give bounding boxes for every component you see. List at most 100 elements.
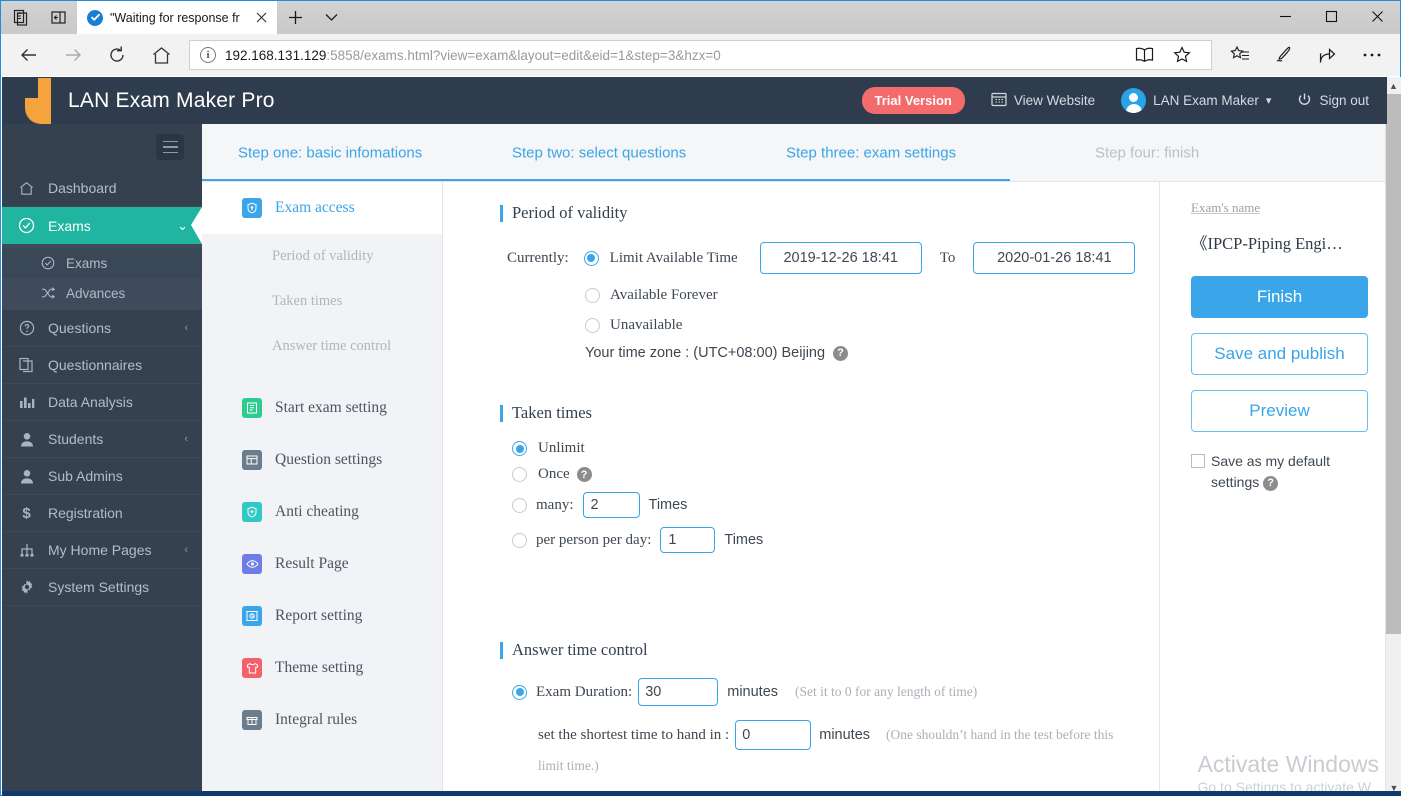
settings-nav-answer-time-control[interactable]: Answer time control	[202, 324, 442, 369]
timezone-row: Your time zone : (UTC+08:00) Beijing ?	[443, 345, 1159, 361]
save-and-publish-button[interactable]: Save and publish	[1191, 333, 1368, 375]
window-minimize-button[interactable]	[1262, 1, 1308, 32]
list-icon	[242, 398, 262, 418]
sidebar-item-exams[interactable]: Exams ⌄	[2, 207, 202, 244]
radio-unlimit[interactable]	[512, 441, 527, 456]
shortest-time-value: 0	[742, 727, 751, 743]
scrollbar-thumb[interactable]	[1386, 94, 1401, 634]
exam-duration-input[interactable]: 30	[638, 678, 719, 706]
settings-nav-start-exam-setting[interactable]: Start exam setting	[202, 382, 442, 434]
settings-nav-report-setting[interactable]: Report setting	[202, 590, 442, 642]
finish-button[interactable]: Finish	[1191, 276, 1368, 318]
preview-button[interactable]: Preview	[1191, 390, 1368, 432]
sitemap-icon	[18, 543, 35, 558]
label-per-person-per-day: per person per day:	[536, 531, 652, 548]
step-tab-three[interactable]: Step three: exam settings	[786, 144, 956, 161]
section-title-period-of-validity: Period of validity	[443, 203, 1159, 223]
sidebar-toggle-hamburger-icon[interactable]	[156, 134, 184, 160]
label-unavailable: Unavailable	[610, 317, 683, 333]
site-info-icon[interactable]: i	[200, 47, 216, 63]
more-options-icon[interactable]	[1350, 36, 1394, 74]
reading-view-icon[interactable]	[1125, 40, 1163, 70]
web-notes-pen-icon[interactable]	[1262, 36, 1306, 74]
settings-nav-period-of-validity[interactable]: Period of validity	[202, 234, 442, 279]
step-tab-four[interactable]: Step four: finish	[1095, 144, 1199, 161]
sidebar-item-questionnaires[interactable]: Questionnaires	[2, 347, 202, 384]
sidebar-subitem-advances[interactable]: Advances	[2, 278, 202, 308]
forward-button[interactable]	[51, 36, 95, 74]
trial-version-badge[interactable]: Trial Version	[861, 87, 965, 114]
scroll-up-arrow-icon[interactable]: ▲	[1386, 77, 1401, 94]
sign-out-link[interactable]: Sign out	[1297, 92, 1369, 110]
label-unlimit: Unlimit	[538, 440, 585, 456]
reload-button[interactable]	[95, 36, 139, 74]
settings-nav-label: Theme setting	[275, 659, 364, 676]
settings-nav-anti-cheating[interactable]: Anti cheating	[202, 486, 442, 538]
set-aside-tabs-icon[interactable]	[39, 1, 77, 34]
sidebar-item-label: Exams	[48, 217, 91, 234]
window-maximize-button[interactable]	[1308, 1, 1354, 32]
per-day-times-input[interactable]: 1	[660, 527, 716, 553]
date-to-input[interactable]: 2020-01-26 18:41	[973, 242, 1136, 274]
radio-per-person-per-day[interactable]	[512, 532, 527, 548]
timezone-help-icon[interactable]: ?	[833, 345, 849, 361]
shortest-time-input[interactable]: 0	[735, 720, 812, 750]
sidebar-item-students[interactable]: Students ‹	[2, 421, 202, 458]
sidebar-item-my-home-pages[interactable]: My Home Pages ‹	[2, 532, 202, 569]
step-tab-two[interactable]: Step two: select questions	[512, 144, 686, 161]
settings-nav-integral-rules[interactable]: Integral rules	[202, 694, 442, 746]
browser-navigation-bar: i 192.168.131.129:5858/exams.html?view=e…	[1, 34, 1400, 76]
exam-duration-row: Exam Duration: 30 minutes (Set it to 0 f…	[443, 678, 1159, 706]
save-default-settings-checkbox[interactable]	[1191, 454, 1205, 468]
sidebar-item-sub-admins[interactable]: Sub Admins	[2, 458, 202, 495]
settings-nav-result-page[interactable]: Result Page	[202, 538, 442, 590]
label-limit-available-time: Limit Available Time	[609, 249, 738, 266]
tab-list-chevron-down-icon[interactable]	[313, 1, 349, 34]
address-bar[interactable]: i 192.168.131.129:5858/exams.html?view=e…	[189, 40, 1212, 70]
save-default-help-icon[interactable]: ?	[1263, 475, 1279, 491]
once-help-icon[interactable]: ?	[576, 467, 592, 482]
page-viewport: LAN Exam Maker Pro Trial Version View We…	[2, 77, 1401, 796]
favorite-star-icon[interactable]	[1163, 40, 1201, 70]
sidebar-item-dashboard[interactable]: Dashboard	[2, 170, 202, 207]
shortest-hint: (One shouldn’t hand in the test before t…	[886, 727, 1114, 742]
tab-preview-icon[interactable]	[1, 1, 39, 34]
sidebar-item-questions[interactable]: Questions ‹	[2, 310, 202, 347]
window-close-button[interactable]	[1354, 1, 1400, 32]
tab-close-icon[interactable]	[251, 8, 271, 28]
page-scrollbar[interactable]: ▲ ▼	[1385, 77, 1401, 796]
app-brand[interactable]: LAN Exam Maker Pro	[2, 77, 274, 124]
label-available-forever: Available Forever	[610, 287, 718, 303]
back-button[interactable]	[7, 36, 51, 74]
url-host: 192.168.131.129	[225, 47, 327, 63]
settings-nav-theme-setting[interactable]: Theme setting	[202, 642, 442, 694]
radio-unavailable[interactable]	[585, 318, 600, 333]
taken-once-row: Once ?	[443, 466, 1159, 483]
radio-many[interactable]	[512, 497, 527, 513]
radio-once[interactable]	[512, 467, 527, 482]
sidebar-item-registration[interactable]: $ Registration	[2, 495, 202, 532]
browser-tab[interactable]: "Waiting for response fr	[77, 1, 277, 34]
settings-nav-question-settings[interactable]: Question settings	[202, 434, 442, 486]
share-icon[interactable]	[1306, 36, 1350, 74]
label-per-day-suffix: Times	[724, 532, 764, 548]
sidebar-item-system-settings[interactable]: System Settings	[2, 569, 202, 606]
sidebar-item-data-analysis[interactable]: Data Analysis	[2, 384, 202, 421]
date-from-input[interactable]: 2019-12-26 18:41	[759, 242, 922, 274]
view-website-link[interactable]: View Website	[991, 91, 1095, 110]
step-tab-one[interactable]: Step one: basic infomations	[238, 144, 422, 161]
favorites-list-icon[interactable]	[1218, 36, 1262, 74]
new-tab-button[interactable]	[277, 1, 313, 34]
settings-nav-taken-times[interactable]: Taken times	[202, 279, 442, 324]
many-times-input[interactable]: 2	[582, 492, 640, 518]
radio-limit-available-time[interactable]	[583, 250, 599, 266]
section-title-text: Period of validity	[512, 203, 628, 222]
sidebar-subitem-exams[interactable]: Exams	[2, 248, 202, 278]
shield-icon	[242, 502, 262, 522]
user-menu[interactable]: LAN Exam Maker ▾	[1121, 88, 1271, 113]
home-button[interactable]	[139, 36, 183, 74]
label-many-suffix: Times	[648, 497, 688, 513]
radio-available-forever[interactable]	[585, 288, 600, 303]
settings-nav-exam-access[interactable]: Exam access	[202, 182, 442, 234]
radio-exam-duration[interactable]	[512, 684, 527, 700]
